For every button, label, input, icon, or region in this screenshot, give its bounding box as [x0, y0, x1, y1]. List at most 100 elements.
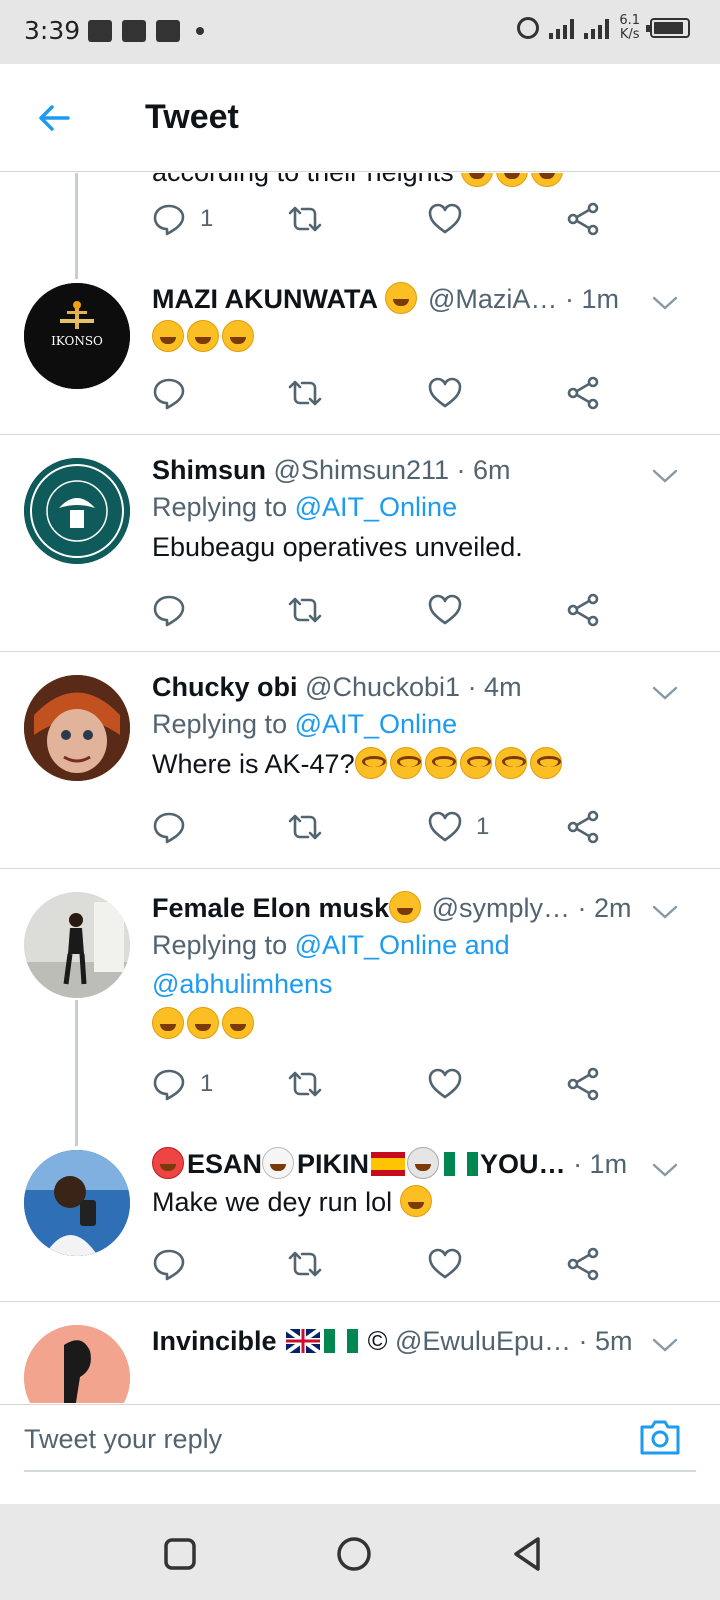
like-icon — [428, 1248, 462, 1279]
avatar[interactable] — [24, 1325, 130, 1403]
avatar[interactable] — [24, 458, 130, 564]
chevron-down-icon[interactable] — [652, 295, 678, 311]
chevron-down-icon[interactable] — [652, 1337, 678, 1353]
replying-to-link[interactable]: @AIT_Online and — [295, 930, 510, 960]
circle-nav-icon[interactable] — [334, 1534, 374, 1574]
display-name[interactable]: Shimsun — [152, 455, 266, 485]
like-icon — [428, 811, 462, 842]
app-header: Tweet — [0, 64, 720, 172]
share-button[interactable] — [566, 592, 600, 628]
replying-to: Replying to @AIT_Online and @abhulimhens — [152, 926, 700, 1004]
reply-button[interactable] — [152, 1246, 186, 1282]
retweet-button[interactable] — [288, 201, 322, 237]
net-speed-value: 6.1 — [619, 13, 640, 28]
chucky-avatar-icon — [24, 675, 130, 781]
status-time: 3:39 — [24, 16, 81, 45]
retweet-button[interactable] — [288, 592, 322, 628]
chevron-down-icon[interactable] — [652, 904, 678, 920]
avatar[interactable] — [24, 892, 130, 998]
like-icon — [428, 377, 462, 408]
chevron-down-icon[interactable] — [652, 1162, 678, 1178]
tweet-item[interactable]: IKONSO MAZI AKUNWATA @MaziA… · 1m — [0, 263, 720, 435]
replying-to-link[interactable]: @AIT_Online — [295, 492, 457, 522]
tweet-time: · 6m — [456, 455, 511, 485]
reply-icon — [153, 812, 185, 844]
retweet-button[interactable] — [288, 1066, 322, 1102]
like-button[interactable] — [428, 375, 462, 411]
tweet-item[interactable]: Shimsun @Shimsun211 · 6m Replying to @AI… — [0, 436, 720, 652]
reply-input[interactable] — [24, 1419, 584, 1459]
svg-text:IKONSO: IKONSO — [51, 334, 103, 348]
reply-button[interactable]: 1 — [152, 1066, 213, 1102]
avatar[interactable]: IKONSO — [24, 283, 130, 389]
like-button[interactable] — [428, 592, 462, 628]
display-name-part[interactable]: ESAN — [187, 1149, 262, 1179]
tweet-item[interactable]: Invincible © @EwuluEpu… · 5m — [0, 1303, 720, 1403]
avatar[interactable] — [24, 675, 130, 781]
flushed-emoji — [494, 747, 527, 779]
battery-level — [654, 22, 683, 34]
avatar[interactable] — [24, 1150, 130, 1256]
replying-to-link-2[interactable]: @abhulimhens — [152, 969, 333, 999]
like-button[interactable] — [428, 1246, 462, 1282]
laughing-emoji — [187, 320, 219, 352]
page-title: Tweet — [145, 98, 239, 136]
chevron-down-icon[interactable] — [652, 468, 678, 484]
display-name-part[interactable]: YOU… — [480, 1149, 566, 1179]
reply-icon — [153, 1069, 185, 1101]
reply-button[interactable] — [152, 375, 186, 411]
display-name[interactable]: Invincible — [152, 1326, 277, 1356]
display-name[interactable]: MAZI AKUNWATA — [152, 284, 378, 314]
back-arrow-icon[interactable] — [34, 98, 74, 138]
like-button[interactable]: 1 — [428, 809, 489, 845]
tweet-item[interactable]: Chucky obi @Chuckobi1 · 4m Replying to @… — [0, 653, 720, 869]
tweet-actions: 1 — [152, 809, 612, 849]
retweet-button[interactable] — [288, 1246, 322, 1282]
share-button[interactable] — [566, 201, 600, 237]
tweet-actions — [152, 1246, 612, 1286]
emoji — [461, 173, 494, 187]
tweet-item[interactable]: Female Elon musk @symply… · 2m Replying … — [0, 870, 720, 1140]
reply-button[interactable] — [152, 592, 186, 628]
tweet-time: · 2m — [577, 893, 632, 923]
triangle-nav-icon[interactable] — [508, 1534, 548, 1574]
replying-to-link[interactable]: @AIT_Online — [295, 709, 457, 739]
tweet-body: Invincible © @EwuluEpu… · 5m — [152, 1323, 700, 1359]
status-bar: 3:39 6.1 K/s — [0, 0, 720, 64]
chevron-down-icon[interactable] — [652, 685, 678, 701]
square-nav-icon[interactable] — [160, 1534, 200, 1574]
display-name-part[interactable]: PIKIN — [297, 1149, 369, 1179]
like-button[interactable] — [428, 1066, 462, 1102]
tweet-body: MAZI AKUNWATA @MaziA… · 1m — [152, 281, 700, 357]
tooth-emoji — [262, 1147, 295, 1179]
display-name[interactable]: Female Elon musk — [152, 893, 389, 923]
signal-icon — [549, 17, 575, 39]
retweet-button[interactable] — [288, 809, 322, 845]
reply-feed[interactable]: according to their heights 1 IKON — [0, 173, 720, 1403]
tweet-header: Invincible © @EwuluEpu… · 5m — [152, 1323, 700, 1359]
tweet-header: ESAN PIKIN YOU… · 1m — [152, 1146, 700, 1182]
tweet-item[interactable]: ESAN PIKIN YOU… · 1m Make we dey run lol — [0, 1140, 720, 1302]
reply-button[interactable] — [152, 809, 186, 845]
like-button[interactable] — [428, 201, 462, 237]
no-under-18-emoji — [152, 1147, 184, 1179]
system-indicators: 6.1 K/s — [517, 14, 690, 42]
share-button[interactable] — [566, 375, 600, 411]
share-button[interactable] — [566, 1246, 600, 1282]
tweet-body: Chucky obi @Chuckobi1 · 4m Replying to @… — [152, 669, 700, 784]
tweet-body: ESAN PIKIN YOU… · 1m Make we dey run lol — [152, 1146, 700, 1222]
share-button[interactable] — [566, 1066, 600, 1102]
handle: @Shimsun211 — [273, 455, 450, 485]
display-name[interactable]: Chucky obi — [152, 672, 298, 702]
replying-to: Replying to @AIT_Online — [152, 705, 700, 744]
camera-icon[interactable] — [638, 1415, 682, 1459]
spain-flag-icon — [371, 1152, 406, 1176]
news-icon — [122, 20, 146, 42]
replying-to: Replying to @AIT_Online — [152, 488, 700, 527]
share-button[interactable] — [566, 809, 600, 845]
reply-button[interactable]: 1 — [152, 201, 213, 237]
tweet-header: Female Elon musk @symply… · 2m — [152, 890, 700, 926]
handle: @EwuluEpu… — [395, 1326, 571, 1356]
tweet-time: · 4m — [467, 672, 522, 702]
retweet-button[interactable] — [288, 375, 322, 411]
